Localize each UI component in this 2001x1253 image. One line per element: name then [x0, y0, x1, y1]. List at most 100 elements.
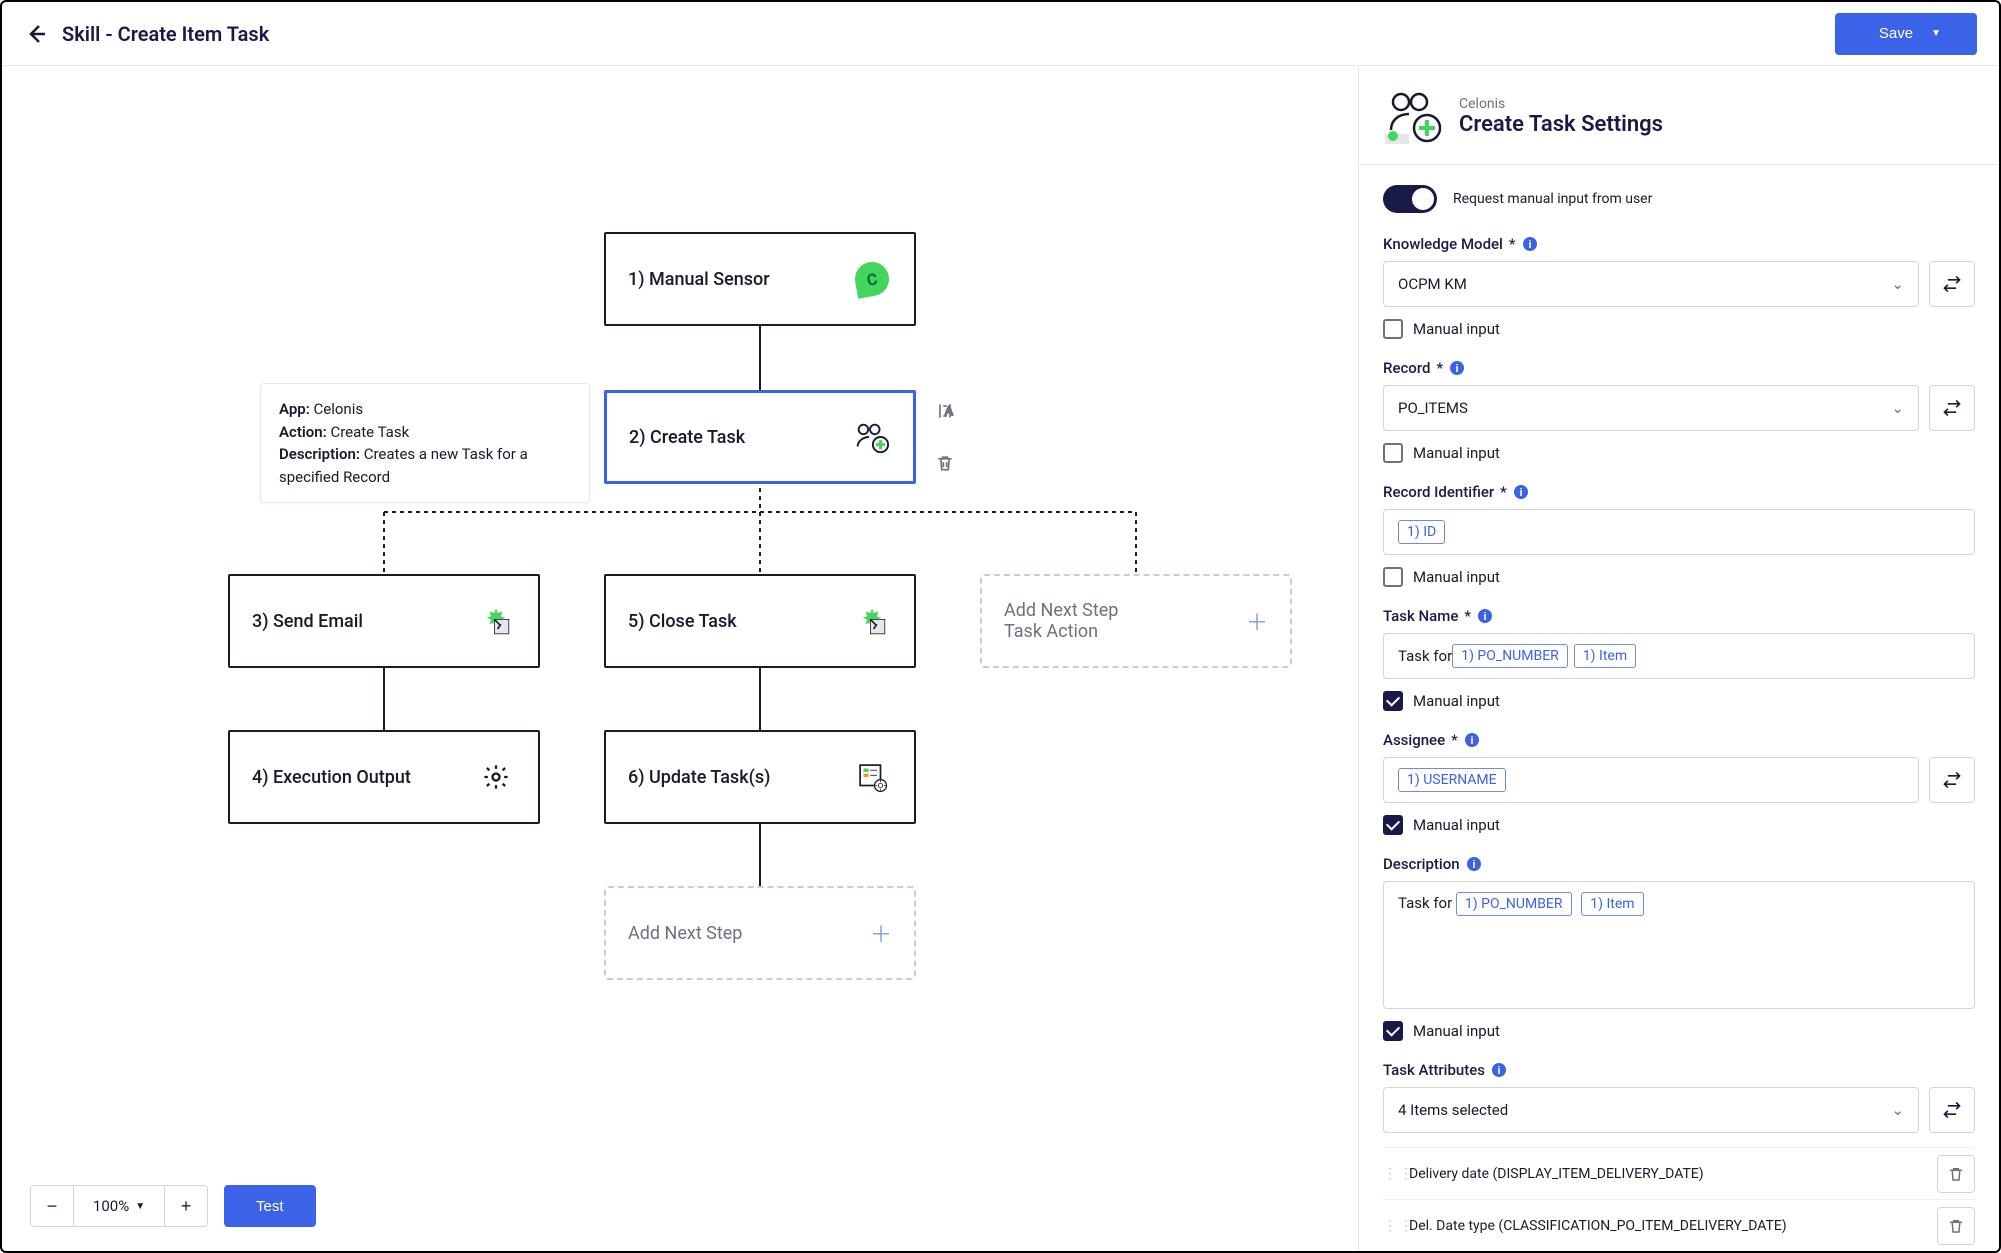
svg-text:i: i	[1456, 363, 1459, 375]
svg-text:i: i	[1472, 859, 1475, 871]
save-button-label: Save	[1879, 25, 1913, 42]
node-label: 5) Close Task	[628, 611, 737, 632]
gear-icon	[476, 757, 516, 797]
km-select[interactable]: OCPM KM ⌄	[1383, 261, 1919, 307]
update-task-icon	[852, 757, 892, 797]
info-icon[interactable]: i	[1491, 1062, 1507, 1078]
record-manual-checkbox[interactable]	[1383, 443, 1403, 463]
zoom-out-button[interactable]: −	[31, 1186, 73, 1226]
delete-attribute-button[interactable]	[1937, 1207, 1975, 1245]
info-icon[interactable]: i	[1464, 732, 1480, 748]
delete-icon[interactable]	[932, 450, 958, 476]
plus-icon: ＋	[1246, 605, 1268, 637]
swap-button[interactable]	[1929, 757, 1975, 803]
swap-button[interactable]	[1929, 261, 1975, 307]
swap-button[interactable]	[1929, 385, 1975, 431]
description-manual-checkbox[interactable]	[1383, 1021, 1403, 1041]
zoom-display[interactable]: 100% ▼	[73, 1186, 165, 1226]
checkbox-label: Manual input	[1413, 444, 1500, 462]
svg-text:i: i	[1483, 611, 1486, 623]
zoom-control: − 100% ▼ +	[30, 1185, 208, 1227]
info-icon[interactable]: i	[1522, 236, 1538, 252]
node-close-task[interactable]: 5) Close Task	[604, 574, 916, 668]
task-attributes-select[interactable]: 4 Items selected ⌄	[1383, 1087, 1919, 1133]
back-arrow-icon[interactable]	[24, 22, 48, 46]
info-icon[interactable]: i	[1449, 360, 1465, 376]
celonis-badge-icon: C	[852, 259, 891, 298]
toggle-label: Request manual input from user	[1453, 191, 1652, 207]
create-task-icon	[1383, 86, 1443, 146]
info-icon[interactable]: i	[1477, 608, 1493, 624]
attribute-row: ⋮⋮ Delivery date (DISPLAY_ITEM_DELIVERY_…	[1383, 1147, 1975, 1199]
attribute-label: Delivery date (DISPLAY_ITEM_DELIVERY_DAT…	[1409, 1166, 1925, 1182]
chip: 1) Item	[1581, 892, 1643, 916]
chip: 1) PO_NUMBER	[1452, 644, 1568, 668]
description-label: Description	[1383, 855, 1460, 873]
add-next-step-task-action[interactable]: Add Next Step Task Action ＋	[980, 574, 1292, 668]
click-action-icon	[476, 601, 516, 641]
node-create-task[interactable]: 2) Create Task	[604, 390, 916, 484]
panel-eyebrow: Celonis	[1459, 96, 1663, 112]
node-label: 6) Update Task(s)	[628, 767, 770, 788]
chip: 1) Item	[1574, 644, 1636, 668]
svg-text:i: i	[1528, 239, 1531, 251]
description-textarea[interactable]: Task for 1) PO_NUMBER 1) Item	[1383, 881, 1975, 1009]
record-id-input[interactable]: 1) ID	[1383, 509, 1975, 555]
save-caret-icon: ▼	[1931, 28, 1941, 39]
svg-text:i: i	[1497, 1065, 1500, 1077]
node-manual-sensor[interactable]: 1) Manual Sensor C	[604, 232, 916, 326]
chevron-down-icon: ⌄	[1891, 275, 1904, 293]
node-execution-output[interactable]: 4) Execution Output	[228, 730, 540, 824]
checkbox-label: Manual input	[1413, 568, 1500, 586]
rename-icon[interactable]: A	[932, 398, 958, 424]
assignee-input[interactable]: 1) USERNAME	[1383, 757, 1919, 803]
svg-text:i: i	[1519, 487, 1522, 499]
record-select[interactable]: PO_ITEMS ⌄	[1383, 385, 1919, 431]
node-tooltip: App: Celonis Action: Create Task Descrip…	[260, 383, 590, 503]
swap-button[interactable]	[1929, 1087, 1975, 1133]
panel-title: Create Task Settings	[1459, 112, 1663, 137]
task-name-manual-checkbox[interactable]	[1383, 691, 1403, 711]
task-attributes-label: Task Attributes	[1383, 1061, 1485, 1079]
node-label: 3) Send Email	[252, 611, 363, 632]
chip: 1) USERNAME	[1398, 768, 1506, 792]
assignee-label: Assignee	[1383, 731, 1445, 749]
record-id-label: Record Identifier	[1383, 483, 1494, 501]
ghost-label-line1: Add Next Step	[1004, 600, 1118, 621]
node-label: 4) Execution Output	[252, 767, 411, 788]
record-id-manual-checkbox[interactable]	[1383, 567, 1403, 587]
chevron-down-icon: ▼	[135, 1201, 145, 1212]
assignee-manual-checkbox[interactable]	[1383, 815, 1403, 835]
checkbox-label: Manual input	[1413, 692, 1500, 710]
ghost-label: Add Next Step	[628, 923, 742, 944]
checkbox-label: Manual input	[1413, 320, 1500, 338]
svg-text:A: A	[945, 405, 953, 418]
save-button[interactable]: Save ▼	[1835, 13, 1977, 55]
node-label: 2) Create Task	[629, 427, 745, 448]
chevron-down-icon: ⌄	[1891, 399, 1904, 417]
plus-icon: ＋	[870, 917, 892, 949]
attribute-row: ⋮⋮ Del. Date type (CLASSIFICATION_PO_ITE…	[1383, 1199, 1975, 1251]
svg-text:i: i	[1470, 735, 1473, 747]
chip: 1) ID	[1398, 520, 1445, 544]
test-button[interactable]: Test	[224, 1185, 316, 1227]
attribute-label: Del. Date type (CLASSIFICATION_PO_ITEM_D…	[1409, 1218, 1925, 1234]
zoom-in-button[interactable]: +	[165, 1186, 207, 1226]
delete-attribute-button[interactable]	[1937, 1155, 1975, 1193]
checkbox-label: Manual input	[1413, 1022, 1500, 1040]
km-label: Knowledge Model	[1383, 235, 1503, 253]
manual-input-toggle[interactable]	[1383, 185, 1437, 213]
drag-handle-icon[interactable]: ⋮⋮	[1383, 1166, 1397, 1182]
add-next-step[interactable]: Add Next Step ＋	[604, 886, 916, 980]
chevron-down-icon: ⌄	[1891, 1101, 1904, 1119]
info-icon[interactable]: i	[1513, 484, 1529, 500]
node-update-tasks[interactable]: 6) Update Task(s)	[604, 730, 916, 824]
km-manual-checkbox[interactable]	[1383, 319, 1403, 339]
create-task-icon	[851, 417, 891, 457]
info-icon[interactable]: i	[1466, 856, 1482, 872]
drag-handle-icon[interactable]: ⋮⋮	[1383, 1218, 1397, 1234]
task-name-label: Task Name	[1383, 607, 1458, 625]
page-title: Skill - Create Item Task	[62, 22, 269, 46]
task-name-input[interactable]: Task for 1) PO_NUMBER 1) Item	[1383, 633, 1975, 679]
node-send-email[interactable]: 3) Send Email	[228, 574, 540, 668]
